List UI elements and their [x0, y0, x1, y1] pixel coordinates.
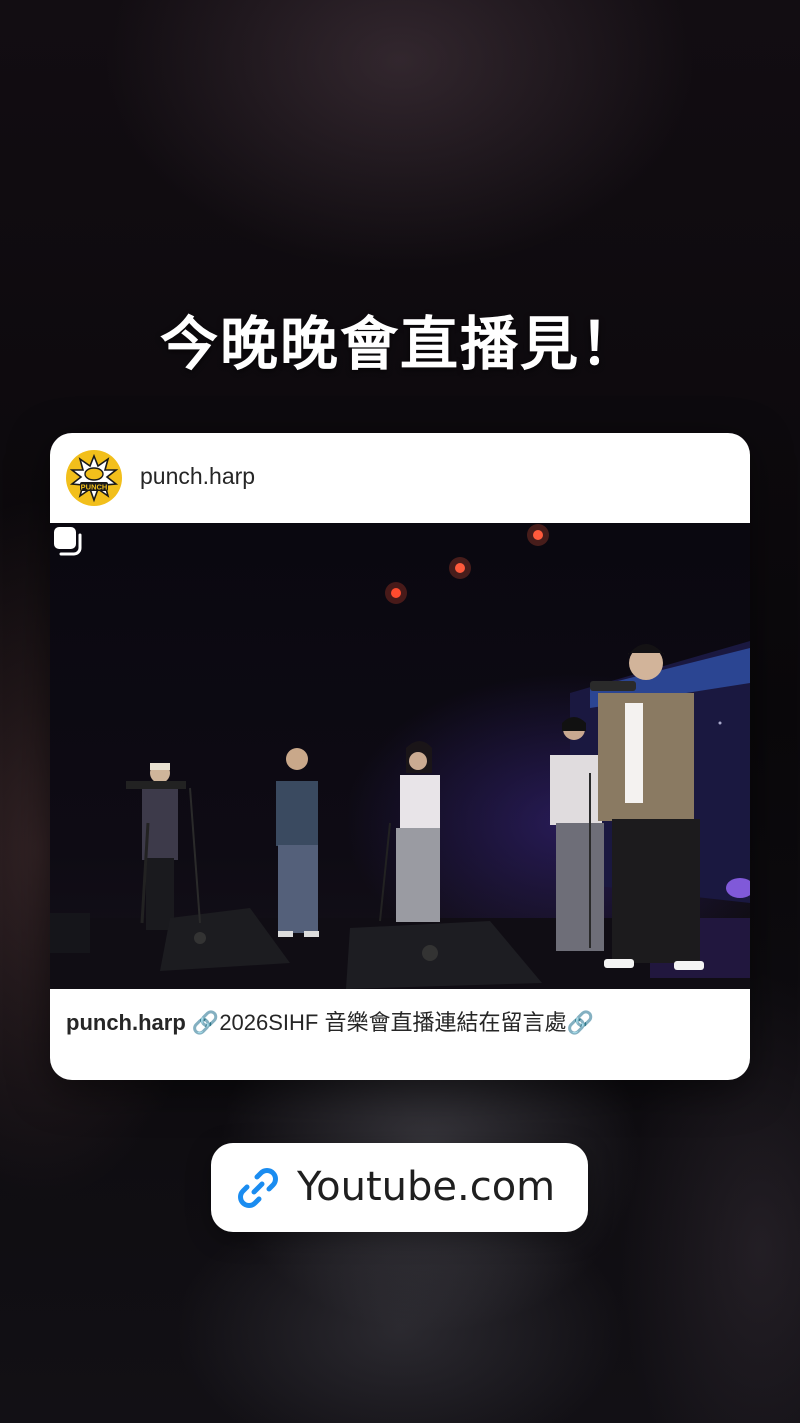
punch-logo: PUNCH: [69, 453, 119, 503]
stage-performance-photo: [50, 524, 750, 989]
link-sticker-label[interactable]: Youtube.com: [297, 1162, 555, 1212]
story-headline: 今晚晚會直播見！: [159, 310, 640, 378]
link-icon: [238, 1168, 278, 1208]
post-username[interactable]: punch.harp: [140, 463, 255, 490]
caption-text: 2026SIHF 音樂會直播連結在留言處: [219, 1010, 567, 1035]
link-chain-icon: 🔗: [566, 1010, 594, 1035]
link-chain-icon: 🔗: [191, 1010, 220, 1035]
post-photo[interactable]: [50, 523, 750, 989]
caption-username[interactable]: punch.harp: [66, 1010, 186, 1035]
avatar[interactable]: PUNCH: [66, 450, 122, 506]
post-header[interactable]: PUNCH punch.harp: [50, 433, 750, 523]
shared-post-card[interactable]: PUNCH punch.harp punch.harp 🔗2026SIHF 音樂…: [50, 433, 750, 1080]
avatar-logo-text: PUNCH: [81, 483, 108, 492]
carousel-icon: [54, 527, 82, 556]
post-caption: punch.harp 🔗2026SIHF 音樂會直播連結在留言處🔗: [66, 1005, 736, 1037]
link-sticker[interactable]: Youtube.com: [211, 1143, 588, 1232]
